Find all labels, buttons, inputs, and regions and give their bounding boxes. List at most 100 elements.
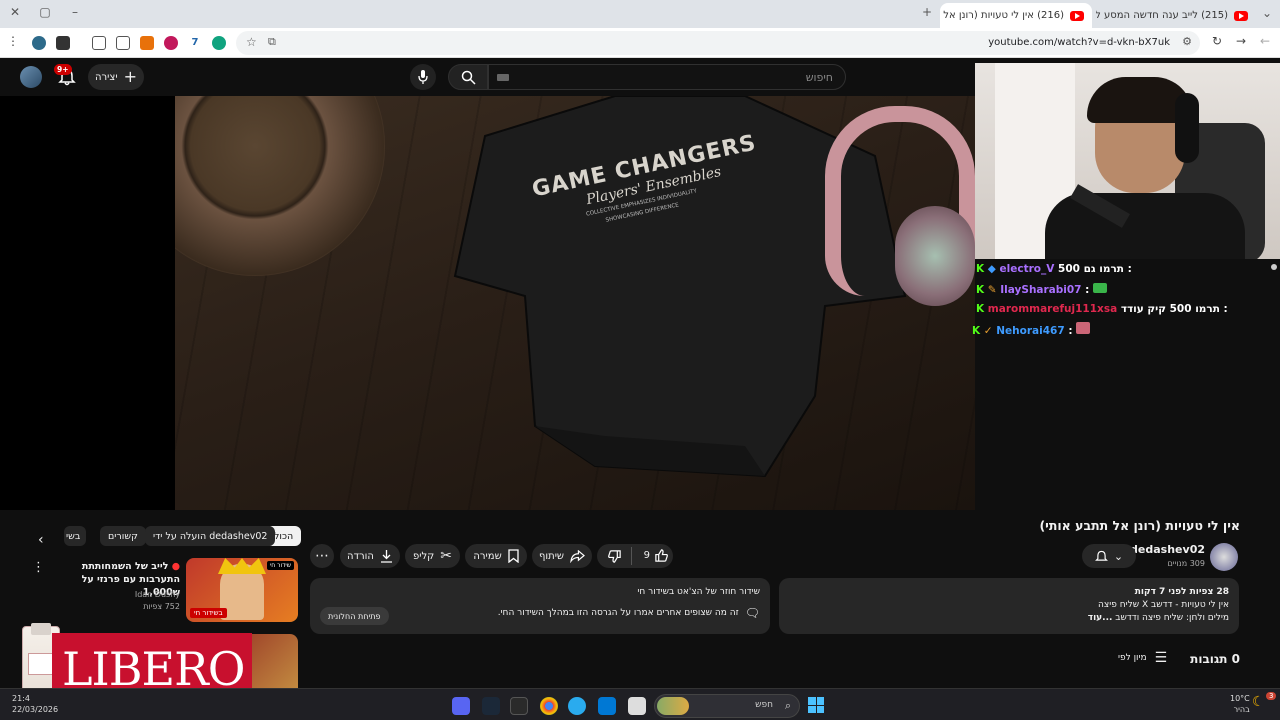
close-window-icon[interactable]: ✕ <box>6 5 24 19</box>
subscribed-bell-button[interactable]: ⌄ <box>1082 544 1136 568</box>
share-button[interactable]: שיתוף <box>532 544 592 568</box>
chips-prev-arrow[interactable]: ‹ <box>38 532 44 548</box>
create-button[interactable]: + יצירה <box>88 64 144 90</box>
translate-extension-icon[interactable]: 7 <box>188 36 202 50</box>
scroll-indicator[interactable] <box>1271 264 1277 270</box>
share-label: שיתוף <box>539 550 565 562</box>
comments-count: 0 תגובות <box>1190 652 1240 666</box>
sort-comments-button[interactable]: ☰ מיון לפי <box>1118 650 1167 666</box>
voice-search-button[interactable] <box>410 64 436 90</box>
weather-badge: 3 <box>1266 692 1277 700</box>
scissors-icon: ✂ <box>440 548 452 564</box>
file-explorer-icon[interactable] <box>628 697 646 715</box>
account-avatar[interactable] <box>20 66 42 88</box>
chat-username: Nehorai467 <box>996 325 1065 337</box>
clock[interactable]: 21:4 22/03/2026 <box>12 693 58 715</box>
tab-current-video[interactable]: (216) אין לי טעויות (רונן אל תתב... ✕ <box>940 3 1092 28</box>
app-grid-icon[interactable] <box>598 697 616 715</box>
rec-title-line1: לייב של השמחותתת <box>81 561 169 572</box>
recommendation-meta: Idan Dushy 752 צפיות <box>50 589 180 613</box>
chip-live[interactable]: בשי <box>64 526 86 546</box>
chat-replay-body: זה מה שצופים אחרים אמרו על הגרסה הזו במה… <box>497 608 739 618</box>
extensions-puzzle-icon[interactable] <box>92 36 106 50</box>
chrome-icon[interactable] <box>540 697 558 715</box>
description-box[interactable]: 28 צפיות לפני 7 דקות אין לי טעויות - דדש… <box>779 578 1239 634</box>
streamer-webcam <box>975 63 1280 259</box>
weather-desc: בהיר <box>1233 705 1250 714</box>
chat-text: תרמו גם 500 : <box>1058 263 1132 275</box>
chat-replay-card: שידור חוזר של הצ'אט בשידור חי 🗨 זה מה שצ… <box>310 578 770 634</box>
keyboard-icon[interactable] <box>497 74 509 81</box>
tab-title: (215) לייב ענה חדשה המסע ל... <box>1096 10 1228 21</box>
new-tab-button[interactable]: + <box>918 5 936 19</box>
notifications-bell-icon[interactable]: 9+ <box>54 64 76 86</box>
thumbs-up-icon <box>655 549 668 562</box>
windows-start-icon[interactable] <box>808 697 824 713</box>
clip-button[interactable]: ✂ קליפ <box>405 544 460 568</box>
rec-more-options-icon[interactable]: ⋮ <box>32 560 45 575</box>
emote-icon <box>1076 322 1091 334</box>
reload-icon[interactable]: ↻ <box>1208 34 1226 48</box>
streamer-shirt <box>1045 193 1245 259</box>
app-icon[interactable] <box>510 697 528 715</box>
download-button[interactable]: הורדה <box>340 544 400 568</box>
profile-avatar[interactable] <box>32 36 46 50</box>
sort-label: מיון לפי <box>1118 653 1147 663</box>
clip-label: קליפ <box>413 550 435 562</box>
rec-views: 752 צפיות <box>143 602 180 611</box>
extension-icon[interactable] <box>116 36 130 50</box>
plus-icon: + <box>123 67 137 86</box>
chip-related[interactable]: קשורים <box>100 526 146 546</box>
channel-avatar[interactable] <box>1210 543 1238 571</box>
telegram-icon[interactable] <box>568 697 586 715</box>
video-player-extension[interactable] <box>975 259 1280 510</box>
back-arrow-icon[interactable]: → <box>1232 34 1250 48</box>
description-more[interactable]: ...עוד <box>1088 613 1113 623</box>
share-icon <box>570 549 585 563</box>
search-icon: ⌕ <box>784 699 791 712</box>
site-settings-icon[interactable]: ⚙ <box>1182 35 1192 48</box>
download-label: הורדה <box>347 550 374 562</box>
discord-icon[interactable] <box>452 697 470 715</box>
more-dots-icon: ⋯ <box>315 548 329 564</box>
chip-uploaded-by[interactable]: הועלה על ידי dedashev02 <box>145 526 276 546</box>
chat-username: electro_V <box>999 263 1055 275</box>
cast-icon[interactable]: ⧉ <box>268 35 276 49</box>
notification-count-badge: 9+ <box>54 64 72 75</box>
search-placeholder: חיפוש <box>805 71 833 84</box>
extension-icon[interactable] <box>212 36 226 50</box>
search-button[interactable] <box>448 64 488 90</box>
crown-icon <box>218 558 266 574</box>
steam-icon[interactable] <box>482 697 500 715</box>
weather-widget[interactable]: 10°C בהיר <box>1230 693 1250 715</box>
bookmark-star-icon[interactable]: ☆ <box>246 35 257 49</box>
extension-icon[interactable] <box>164 36 178 50</box>
youtube-favicon-icon <box>1070 10 1084 21</box>
open-chat-panel-button[interactable]: פתיחת החלונית <box>320 607 389 625</box>
video-player[interactable]: GAME CHANGERS Players' Ensembles COLLECT… <box>0 96 975 510</box>
description-stats: 28 צפיות לפני 7 דקות <box>1134 587 1229 597</box>
save-label: שמירה <box>473 550 502 562</box>
browser-menu-icon[interactable]: ⋮ <box>4 34 22 48</box>
recommendation-thumbnail[interactable]: שידור חי בשידור חי <box>186 558 298 622</box>
chat-message: K marommarefuj111xsa תרמו 500 קיק עודד : <box>976 303 1228 315</box>
save-button[interactable]: שמירה <box>465 544 527 568</box>
address-bar[interactable]: ☆ ⧉ youtube.com/watch?v=d-vkn-bX7uk ⚙ <box>236 31 1200 55</box>
chevron-down-icon: ⌄ <box>1113 549 1124 563</box>
search-input[interactable]: חיפוש <box>488 64 846 90</box>
channel-name[interactable]: dedashev02 <box>1130 543 1205 556</box>
forward-arrow-icon[interactable]: ← <box>1256 34 1274 48</box>
more-actions-button[interactable]: ⋯ <box>310 544 334 568</box>
thumbs-down-icon <box>608 550 621 563</box>
extension-icon[interactable] <box>56 36 70 50</box>
minimize-window-icon[interactable]: – <box>66 5 84 19</box>
extension-icon[interactable] <box>140 36 154 50</box>
tab-search-icon[interactable]: ⌄ <box>1258 6 1276 20</box>
restore-window-icon[interactable]: ▢ <box>36 5 54 19</box>
rec-channel[interactable]: Idan Dushy <box>50 589 180 601</box>
headset <box>1175 93 1199 163</box>
tab-other-video[interactable]: (215) לייב ענה חדשה המסע ל... ✕ <box>1096 3 1256 28</box>
like-button[interactable]: 9 <box>644 548 669 563</box>
taskbar-search[interactable]: חפש ⌕ <box>654 694 800 718</box>
chat-username: marommarefuj111xsa <box>987 303 1118 315</box>
